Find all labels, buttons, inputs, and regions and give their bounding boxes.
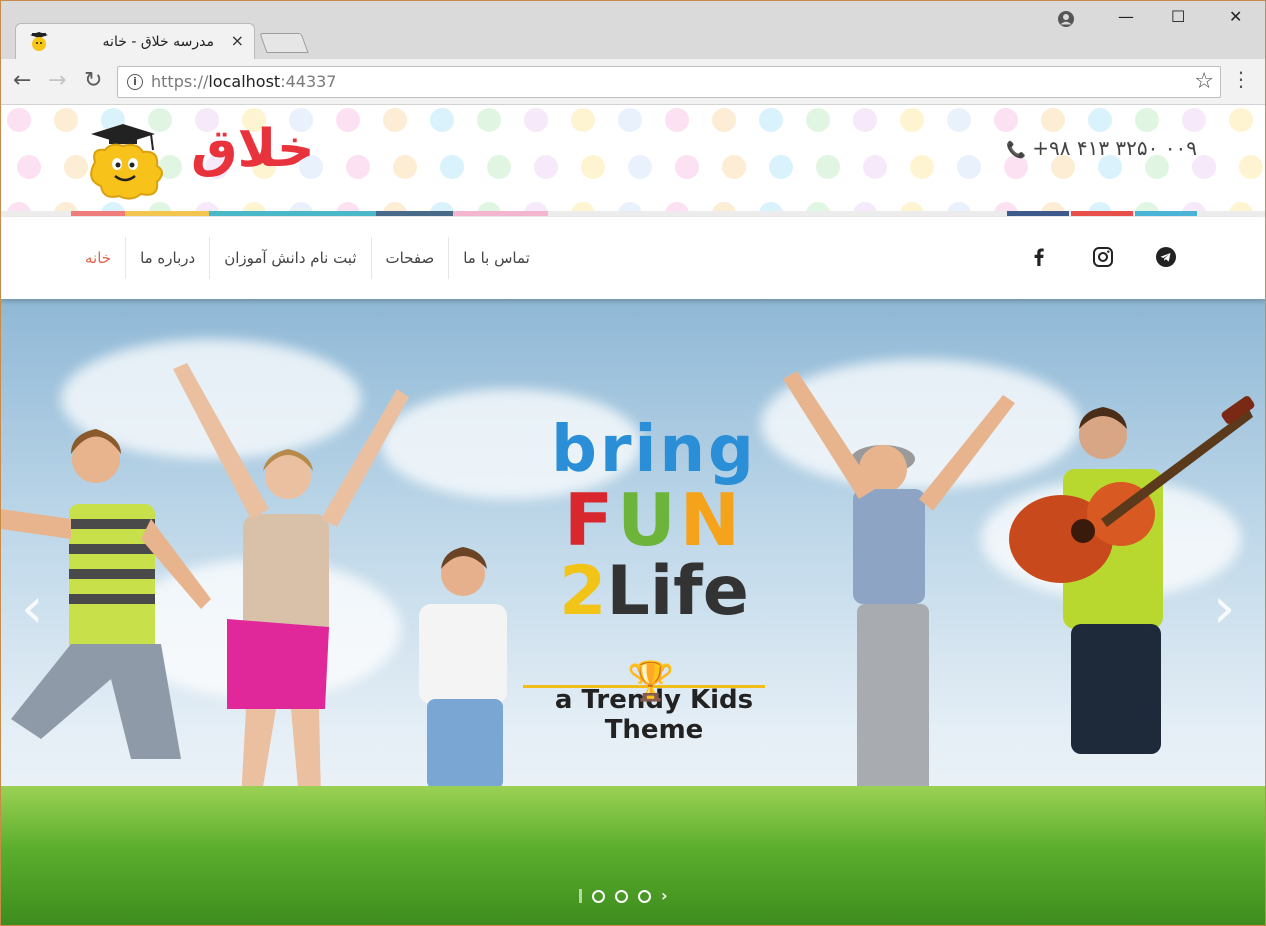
- main-menu: خانه درباره ما ثبت نام دانش آموزان صفحات…: [71, 237, 544, 279]
- trophy-icon: 🏆: [627, 659, 675, 703]
- polka-dot: [1239, 155, 1263, 179]
- polka-dot: [1088, 108, 1112, 132]
- polka-dot: [7, 108, 31, 132]
- polka-dot: [54, 108, 78, 132]
- polka-dot: [769, 155, 793, 179]
- polka-dot: [534, 155, 558, 179]
- polka-dot: [910, 155, 934, 179]
- polka-dot: [17, 155, 41, 179]
- main-navbar: خانه درباره ما ثبت نام دانش آموزان صفحات…: [1, 217, 1265, 299]
- polka-dot: [477, 108, 501, 132]
- nav-item-about[interactable]: درباره ما: [125, 237, 209, 279]
- url-text: https://localhost:44337: [151, 72, 337, 91]
- phone-icon: 📞: [1006, 140, 1027, 159]
- close-window-button[interactable]: ✕: [1229, 7, 1242, 26]
- logo-text[interactable]: خلاق: [191, 114, 314, 184]
- site-header: خلاق 📞 +۹۸ ۴۱۳ ۳۲۵۰ ۰۰۹: [1, 106, 1265, 214]
- slogan-line-2life: 2Life: [559, 552, 749, 631]
- polka-dot: [759, 108, 783, 132]
- slogan-line-fun: FUN: [564, 478, 744, 562]
- polka-dot: [571, 108, 595, 132]
- polka-dot: [863, 155, 887, 179]
- polka-dot: [618, 108, 642, 132]
- polka-dot: [430, 108, 454, 132]
- browser-menu-icon[interactable]: ⋮: [1231, 69, 1251, 89]
- phone-number: 📞 +۹۸ ۴۱۳ ۳۲۵۰ ۰۰۹: [1006, 136, 1197, 160]
- forward-arrow-icon[interactable]: →: [48, 69, 66, 93]
- polka-dot: [947, 108, 971, 132]
- polka-dot: [581, 155, 605, 179]
- browser-tab-active[interactable]: مدرسه خلاق - خانه ×: [15, 23, 255, 59]
- polka-dot: [665, 108, 689, 132]
- polka-dot: [1041, 108, 1065, 132]
- polka-dot: [900, 108, 924, 132]
- tab-close-icon[interactable]: ×: [231, 32, 244, 50]
- instagram-icon[interactable]: [1091, 245, 1115, 269]
- polka-dot: [524, 108, 548, 132]
- hero-carousel: bring FUN 2Life a Trendy Kids Theme 🏆 ‹ …: [1, 299, 1265, 925]
- new-tab-button[interactable]: [259, 33, 309, 53]
- mascot-favicon-icon: [30, 32, 48, 51]
- polka-dot: [816, 155, 840, 179]
- polka-dot: [1229, 108, 1253, 132]
- carousel-next-icon[interactable]: ›: [1213, 579, 1235, 639]
- browser-toolbar: ← → ↻ i https://localhost:44337 ☆ ⋮: [1, 59, 1265, 105]
- polka-dot: [675, 155, 699, 179]
- polka-dot: [346, 155, 370, 179]
- title-bar: مدرسه خلاق - خانه × — ☐ ✕: [1, 1, 1265, 59]
- web-page: خلاق 📞 +۹۸ ۴۱۳ ۳۲۵۰ ۰۰۹ خانه درباره ما ثب…: [1, 106, 1265, 925]
- mascot-logo-icon[interactable]: [81, 120, 173, 200]
- polka-dot: [712, 108, 736, 132]
- polka-dot: [806, 108, 830, 132]
- nav-item-home[interactable]: خانه: [71, 237, 125, 279]
- indicator-divider: [579, 889, 582, 903]
- bookmark-star-icon[interactable]: ☆: [1194, 69, 1214, 94]
- carousel-indicators: ›: [579, 888, 668, 904]
- site-info-icon[interactable]: i: [127, 74, 143, 90]
- tab-title: مدرسه خلاق - خانه: [102, 34, 214, 50]
- address-bar[interactable]: i https://localhost:44337 ☆: [117, 66, 1221, 98]
- polka-dot: [722, 155, 746, 179]
- minimize-button[interactable]: —: [1118, 7, 1134, 26]
- facebook-icon[interactable]: [1027, 245, 1051, 269]
- nav-item-contact[interactable]: تماس با ما: [448, 237, 544, 279]
- reload-icon[interactable]: ↻: [84, 69, 102, 93]
- browser-window: مدرسه خلاق - خانه × — ☐ ✕ ← → ↻ i https:…: [0, 0, 1266, 926]
- slogan-line-bring: bring: [551, 413, 757, 487]
- polka-dot: [393, 155, 417, 179]
- polka-dot: [440, 155, 464, 179]
- indicator-next-icon[interactable]: ›: [661, 888, 668, 904]
- polka-dot: [957, 155, 981, 179]
- polka-dot: [1135, 108, 1159, 132]
- carousel-prev-icon[interactable]: ‹: [21, 579, 43, 639]
- polka-dot: [994, 108, 1018, 132]
- polka-dot: [336, 108, 360, 132]
- nav-item-register[interactable]: ثبت نام دانش آموزان: [209, 237, 370, 279]
- telegram-icon[interactable]: [1154, 245, 1178, 269]
- maximize-button[interactable]: ☐: [1171, 7, 1185, 26]
- grass-foreground: [1, 786, 1265, 925]
- polka-dot: [383, 108, 407, 132]
- polka-dot: [853, 108, 877, 132]
- polka-dot: [628, 155, 652, 179]
- back-arrow-icon[interactable]: ←: [13, 69, 31, 93]
- profile-icon[interactable]: [1057, 10, 1075, 28]
- slide-indicator[interactable]: [615, 889, 628, 903]
- polka-dot: [487, 155, 511, 179]
- polka-dot: [1182, 108, 1206, 132]
- slide-indicator[interactable]: [592, 889, 605, 903]
- nav-item-pages[interactable]: صفحات: [370, 237, 449, 279]
- slide-indicator[interactable]: [638, 889, 651, 903]
